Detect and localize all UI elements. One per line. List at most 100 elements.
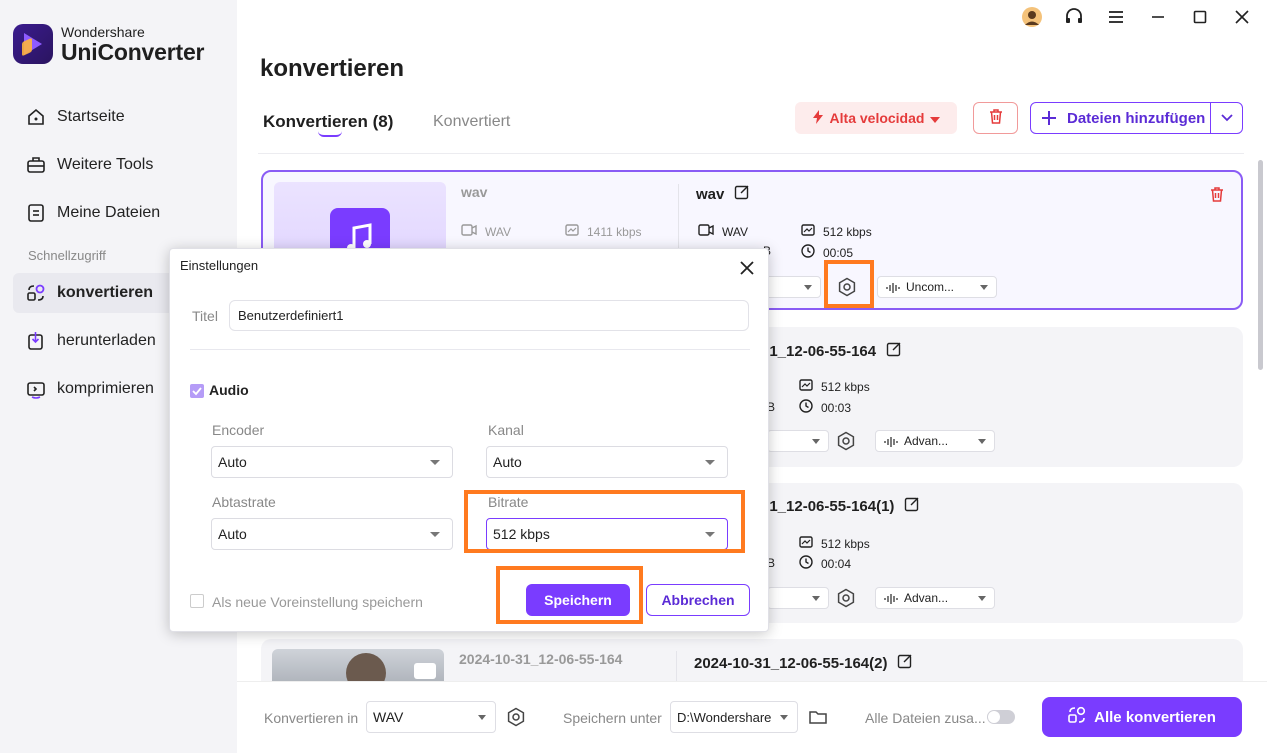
audio-wave-icon — [884, 593, 900, 608]
convert-all-label: Alle konvertieren — [1094, 708, 1216, 726]
settings-gear-icon[interactable] — [835, 587, 857, 609]
add-files-button[interactable]: Dateien hinzufügen — [1030, 102, 1243, 134]
sidebar-item-label: herunterladen — [57, 332, 156, 349]
target-file-name: 31_12-06-55-164(1) — [761, 496, 920, 516]
merge-files-toggle[interactable] — [987, 710, 1015, 724]
source-file-name: 2024-10-31_12-06-55-164 — [459, 651, 623, 667]
save-to-label: Speichern unter — [563, 710, 662, 726]
preset-title-input[interactable]: Benutzerdefiniert1 — [229, 300, 749, 331]
edit-icon[interactable] — [897, 653, 913, 673]
save-path-select[interactable]: D:\Wondershare — [670, 701, 798, 733]
quick-access-heading: Schnellzugriff — [28, 248, 106, 263]
save-preset-checkbox[interactable] — [190, 594, 204, 608]
target-file-name: 2024-10-31_12-06-55-164(2) — [694, 653, 913, 673]
target-file-name-text: wav — [696, 185, 725, 203]
video-icon — [461, 224, 477, 239]
trash-icon — [988, 108, 1004, 129]
target-duration-value: 00:03 — [821, 400, 852, 415]
source-format: WAV — [461, 224, 511, 239]
sidebar-item-label: Startseite — [57, 108, 125, 125]
edit-icon[interactable] — [734, 184, 750, 204]
bitrate-icon — [565, 224, 579, 239]
headset-icon[interactable] — [1063, 6, 1085, 28]
dialog-close-icon[interactable] — [738, 259, 756, 277]
convert-all-button[interactable]: Alle konvertieren — [1042, 697, 1242, 737]
minimize-icon[interactable] — [1147, 6, 1169, 28]
folder-icon[interactable] — [807, 706, 829, 728]
delete-all-button[interactable] — [973, 102, 1018, 134]
encoder-select[interactable]: Auto — [211, 446, 453, 478]
convert-icon — [25, 282, 47, 304]
edit-icon[interactable] — [904, 496, 920, 516]
highlight-bitrate — [464, 490, 745, 553]
save-preset-label: Als neue Voreinstellung speichern — [212, 594, 423, 610]
encoder-label: Encoder — [212, 422, 265, 438]
maximize-icon[interactable] — [1189, 6, 1211, 28]
samplerate-value: Auto — [218, 526, 247, 542]
target-bitrate: 512 kbps — [801, 224, 872, 239]
trash-icon[interactable] — [1209, 186, 1225, 207]
channel-value: Auto — [493, 454, 522, 470]
files-icon — [25, 202, 47, 224]
tab-konvertiert[interactable]: Konvertiert — [433, 113, 510, 131]
sidebar-item-startseite[interactable]: Startseite — [13, 97, 223, 137]
audio-track-select[interactable]: Advan... — [875, 587, 995, 609]
lightning-icon — [812, 109, 824, 127]
sidebar-item-meine-dateien[interactable]: Meine Dateien — [13, 193, 223, 233]
output-format-select[interactable]: WAV — [366, 701, 496, 733]
channel-select[interactable]: Auto — [486, 446, 728, 478]
encoder-value: Auto — [218, 454, 247, 470]
cancel-button[interactable]: Abbrechen — [646, 584, 750, 616]
audio-checkbox[interactable] — [190, 384, 204, 398]
bottom-bar: Konvertieren in WAV Speichern unter D:\W… — [237, 681, 1267, 753]
avatar[interactable] — [1021, 6, 1043, 28]
target-bitrate: 512 kbps — [799, 536, 870, 551]
caret-down-icon — [930, 110, 941, 126]
target-bitrate-value: 512 kbps — [823, 224, 872, 239]
clock-icon — [799, 399, 813, 416]
samplerate-label: Abtastrate — [212, 494, 276, 510]
tab-konvertieren[interactable]: Konvertieren (8) — [263, 112, 393, 132]
sidebar-item-label: komprimieren — [57, 380, 154, 397]
highlight-save — [496, 566, 643, 624]
target-file-name-text: 31_12-06-55-164 — [761, 342, 877, 360]
sidebar-item-weitere-tools[interactable]: Weitere Tools — [13, 145, 223, 185]
window-controls — [1021, 6, 1253, 28]
target-file-name: wav — [696, 184, 750, 204]
menu-icon[interactable] — [1105, 6, 1127, 28]
close-icon[interactable] — [1231, 6, 1253, 28]
target-duration: 00:05 — [801, 244, 853, 261]
brand-name: Wondershare — [61, 23, 145, 40]
settings-gear-icon[interactable] — [835, 430, 857, 452]
sidebar-item-label: Weitere Tools — [57, 156, 154, 173]
audio-track-select[interactable]: Uncom... — [877, 276, 997, 298]
source-format-value: WAV — [485, 224, 511, 239]
clock-icon — [799, 555, 813, 572]
audio-wave-icon — [884, 436, 900, 451]
plus-icon — [1031, 111, 1067, 125]
audio-track-value: Advan... — [904, 591, 949, 605]
resolution-select[interactable] — [767, 587, 829, 609]
target-duration-value: 00:05 — [823, 245, 854, 260]
edit-icon[interactable] — [886, 341, 902, 361]
merge-files-label: Alle Dateien zusa... — [865, 710, 986, 726]
add-files-dropdown[interactable] — [1210, 103, 1242, 133]
output-settings-gear-icon[interactable] — [505, 706, 527, 728]
highlight-gear — [824, 260, 874, 308]
scrollbar[interactable] — [1258, 160, 1263, 370]
high-speed-button[interactable]: Alta velocidad — [795, 102, 957, 134]
add-files-label: Dateien hinzufügen — [1067, 109, 1206, 127]
download-icon — [25, 330, 47, 352]
dialog-title: Einstellungen — [180, 258, 259, 273]
dialog-divider — [190, 349, 750, 350]
audio-track-select[interactable]: Advan... — [875, 430, 995, 452]
resolution-select[interactable] — [763, 276, 821, 298]
samplerate-select[interactable]: Auto — [211, 518, 453, 550]
app-logo: Wondershare UniConverter — [13, 24, 204, 64]
resolution-select[interactable] — [767, 430, 829, 452]
source-file-name: wav — [461, 184, 488, 200]
compress-icon — [25, 378, 47, 400]
target-bitrate-value: 512 kbps — [821, 536, 870, 551]
channel-label: Kanal — [488, 422, 524, 438]
video-icon — [698, 224, 714, 239]
